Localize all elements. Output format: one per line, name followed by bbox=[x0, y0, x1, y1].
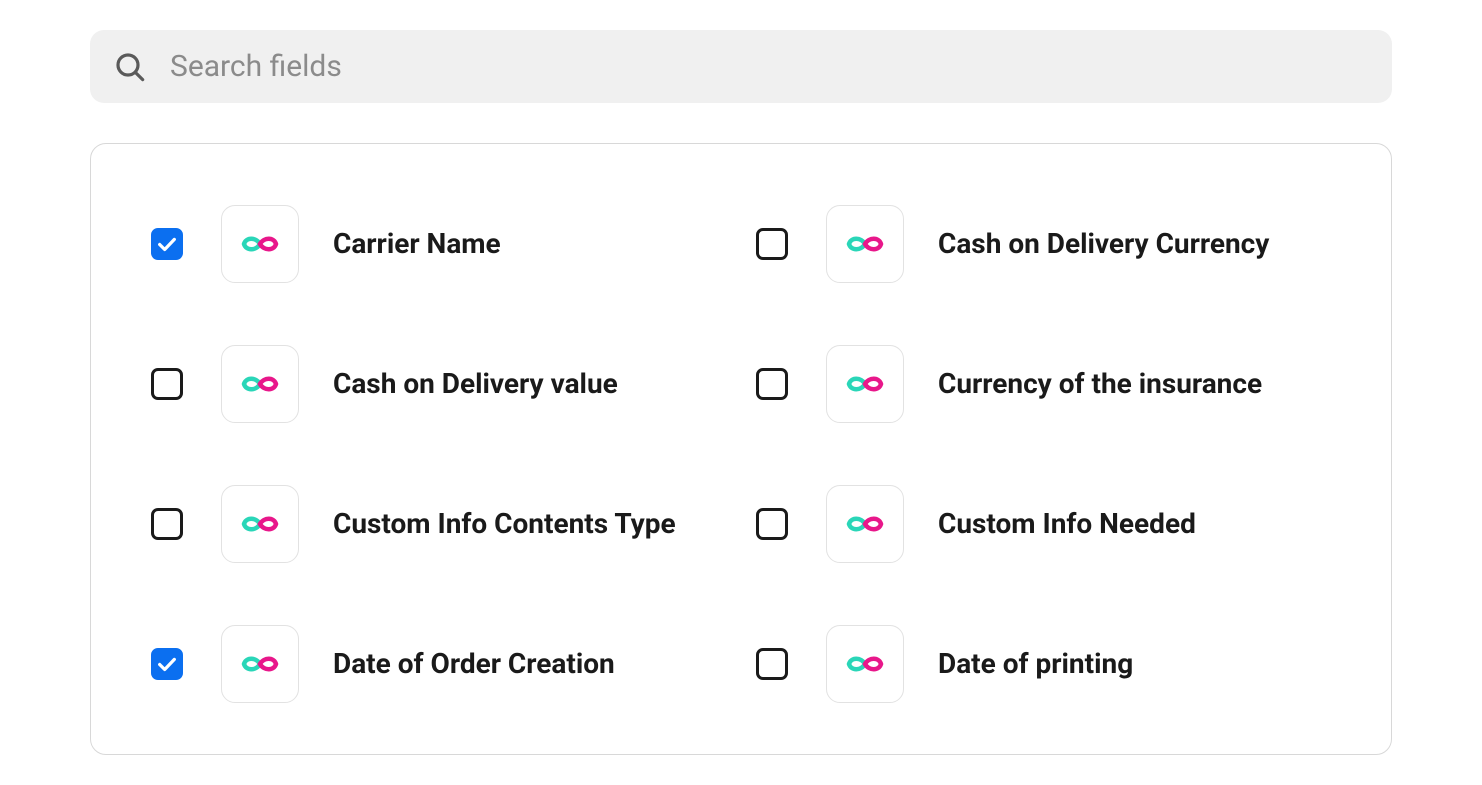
field-label: Cash on Delivery value bbox=[333, 366, 618, 402]
checkbox-cod-currency[interactable] bbox=[756, 228, 788, 260]
checkbox-date-order-creation[interactable] bbox=[151, 648, 183, 680]
infinity-icon bbox=[826, 205, 904, 283]
field-label: Date of printing bbox=[938, 646, 1133, 682]
field-row: Date of Order Creation bbox=[151, 594, 726, 734]
checkbox-custom-info-needed[interactable] bbox=[756, 508, 788, 540]
infinity-icon bbox=[221, 625, 299, 703]
checkbox-custom-info-contents-type[interactable] bbox=[151, 508, 183, 540]
infinity-icon bbox=[221, 205, 299, 283]
fields-grid: Carrier Name Cash on Delivery Currency bbox=[151, 174, 1331, 734]
field-label: Currency of the insurance bbox=[938, 366, 1262, 402]
field-label: Date of Order Creation bbox=[333, 646, 615, 682]
infinity-icon bbox=[221, 485, 299, 563]
field-label: Cash on Delivery Currency bbox=[938, 226, 1269, 262]
infinity-icon bbox=[826, 345, 904, 423]
checkbox-currency-insurance[interactable] bbox=[756, 368, 788, 400]
field-row: Cash on Delivery Currency bbox=[756, 174, 1331, 314]
field-label: Custom Info Needed bbox=[938, 506, 1196, 542]
field-row: Custom Info Contents Type bbox=[151, 454, 726, 594]
field-label: Carrier Name bbox=[333, 226, 501, 262]
field-label: Custom Info Contents Type bbox=[333, 506, 676, 542]
field-row: Date of printing bbox=[756, 594, 1331, 734]
infinity-icon bbox=[826, 625, 904, 703]
search-bar[interactable] bbox=[90, 30, 1392, 103]
field-row: Carrier Name bbox=[151, 174, 726, 314]
field-row: Currency of the insurance bbox=[756, 314, 1331, 454]
search-input[interactable] bbox=[168, 48, 1368, 85]
fields-panel: Carrier Name Cash on Delivery Currency bbox=[90, 143, 1392, 755]
checkbox-date-printing[interactable] bbox=[756, 648, 788, 680]
checkbox-carrier-name[interactable] bbox=[151, 228, 183, 260]
infinity-icon bbox=[221, 345, 299, 423]
checkbox-cod-value[interactable] bbox=[151, 368, 183, 400]
field-row: Cash on Delivery value bbox=[151, 314, 726, 454]
infinity-icon bbox=[826, 485, 904, 563]
field-row: Custom Info Needed bbox=[756, 454, 1331, 594]
search-icon bbox=[114, 51, 146, 83]
